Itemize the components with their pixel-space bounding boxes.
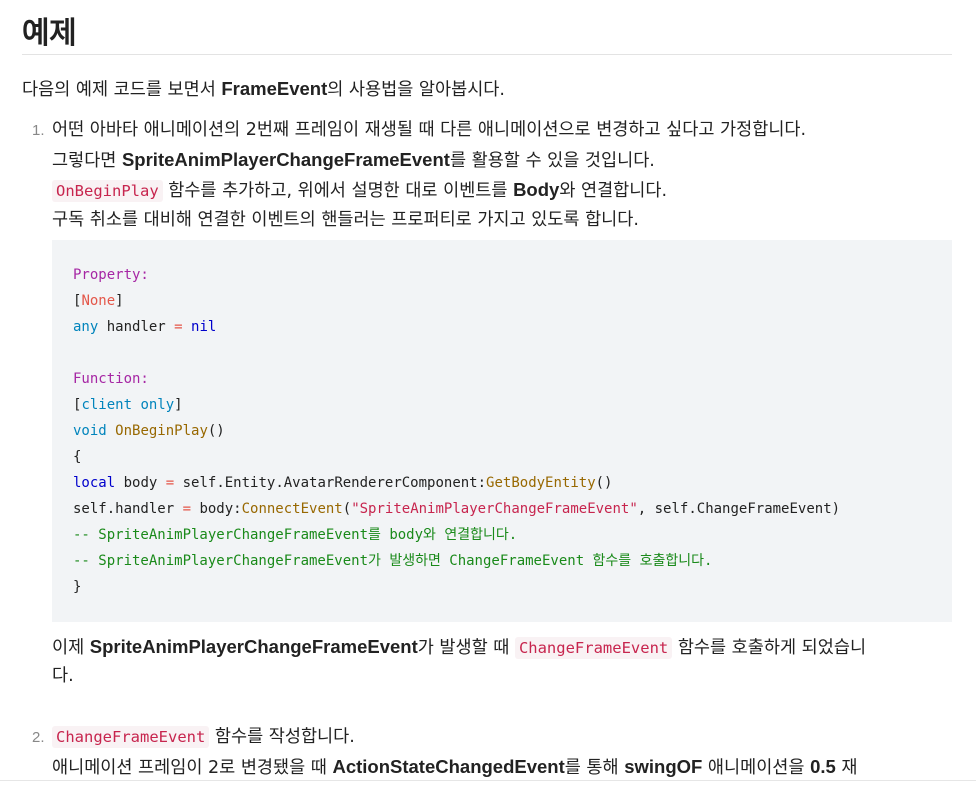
bold-number: 0.5: [810, 756, 836, 777]
code-token: local: [73, 475, 116, 491]
code-comment: -- SpriteAnimPlayerChangeFrameEvent를 bod…: [73, 527, 518, 543]
bold-event-name: SpriteAnimPlayerChangeFrameEvent: [121, 149, 450, 170]
code-token: =: [174, 319, 183, 335]
text: 를 활용할 수 있을 것입니다.: [449, 151, 655, 171]
text: 함수를 작성합니다.: [209, 727, 355, 747]
code-token: ConnectEvent: [241, 501, 343, 517]
intro-text: 다음의 예제 코드를 보면서: [22, 80, 222, 100]
code-line-13: }: [73, 574, 840, 600]
code-line-11: -- SpriteAnimPlayerChangeFrameEvent를 bod…: [73, 522, 840, 548]
bold-event-name: SpriteAnimPlayerChangeFrameEvent: [89, 636, 418, 657]
text: 함수를 추가하고, 위에서 설명한 대로 이벤트를: [162, 181, 514, 201]
code-line-2: [None]: [73, 288, 840, 314]
code-comment: -- SpriteAnimPlayerChangeFrameEvent가 발생하…: [73, 553, 713, 569]
code-token: handler: [98, 319, 175, 335]
bold-event-name: ActionStateChangedEvent: [332, 756, 565, 777]
inline-code: OnBeginPlay: [52, 180, 163, 202]
code-token: "SpriteAnimPlayerChangeFrameEvent": [351, 501, 638, 517]
text: 와 연결합니다.: [559, 181, 668, 201]
code-line-6: [client only]: [73, 392, 840, 418]
intro-paragraph: 다음의 예제 코드를 보면서 FrameEvent의 사용법을 알아봅시다.: [22, 76, 505, 103]
intro-bold: FrameEvent: [221, 78, 328, 99]
code-token: (): [207, 423, 225, 439]
item1-line4: 구독 취소를 대비해 연결한 이벤트의 핸들러는 프로퍼티로 가지고 있도록 합…: [52, 210, 639, 230]
item1-line3: OnBeginPlay 함수를 추가하고, 위에서 설명한 대로 이벤트를 Bo…: [52, 175, 667, 206]
heading-divider: [22, 54, 952, 55]
inline-code: ChangeFrameEvent: [514, 637, 673, 659]
bottom-border: [0, 780, 976, 781]
code-line-10: self.handler = body:ConnectEvent("Sprite…: [73, 496, 840, 522]
code-content: Property: [None] any handler = nil Funct…: [73, 262, 840, 600]
inline-code: ChangeFrameEvent: [52, 726, 210, 748]
code-token: Property:: [73, 267, 149, 283]
text: 그렇다면: [52, 151, 122, 171]
code-line-1: Property:: [73, 262, 840, 288]
page-heading: 예제: [22, 16, 77, 51]
code-token: }: [73, 579, 82, 595]
code-token: void: [73, 423, 107, 439]
text: 재: [835, 758, 858, 778]
code-token: ]: [174, 397, 183, 413]
text: 애니메이션 프레임이 2로 변경됐을 때: [52, 758, 333, 778]
list-number-2: 2.: [32, 729, 45, 746]
text: 이제: [52, 638, 90, 658]
item2-line2: 애니메이션 프레임이 2로 변경됐을 때 ActionStateChangedE…: [52, 752, 857, 783]
code-token: client only: [81, 397, 175, 413]
code-token: body:: [191, 501, 242, 517]
item1-after-line2: 다.: [52, 666, 74, 686]
code-line-5: Function:: [73, 366, 840, 392]
code-block: Property: [None] any handler = nil Funct…: [52, 240, 952, 622]
text: 를 통해: [564, 758, 625, 778]
code-token: Function:: [73, 371, 149, 387]
code-token: None: [81, 293, 116, 309]
bold-animation-name: swingOF: [624, 756, 703, 777]
code-token: (: [342, 501, 352, 517]
code-line-9: local body = self.Entity.AvatarRendererC…: [73, 470, 840, 496]
text: 애니메이션을: [702, 758, 811, 778]
text: 가 발생할 때: [417, 638, 515, 658]
code-token: self.handler: [73, 501, 183, 517]
code-token: nil: [191, 319, 217, 335]
code-token: , self.ChangeFrameEvent): [637, 501, 841, 517]
list-number-1: 1.: [32, 122, 45, 139]
code-token: ]: [115, 293, 124, 309]
code-token: any: [73, 319, 99, 335]
item2-line1: ChangeFrameEvent 함수를 작성합니다.: [52, 722, 355, 752]
item1-after-line1: 이제 SpriteAnimPlayerChangeFrameEvent가 발생할…: [52, 632, 866, 663]
code-line-12: -- SpriteAnimPlayerChangeFrameEvent가 발생하…: [73, 548, 840, 574]
code-token: GetBodyEntity: [486, 475, 596, 491]
code-line-3: any handler = nil: [73, 314, 840, 340]
code-token: body: [115, 475, 166, 491]
code-token: {: [73, 449, 82, 465]
code-token: self.Entity.AvatarRendererComponent:: [174, 475, 487, 491]
bold-body: Body: [513, 179, 560, 200]
text: 함수를 호출하게 되었습니: [672, 638, 867, 658]
intro-text-end: 의 사용법을 알아봅시다.: [327, 80, 505, 100]
code-line-7: void OnBeginPlay(): [73, 418, 840, 444]
code-token: OnBeginPlay: [115, 423, 208, 439]
code-token: =: [165, 475, 175, 491]
code-token: =: [182, 501, 192, 517]
code-token: (): [595, 475, 613, 491]
item1-line2: 그렇다면 SpriteAnimPlayerChangeFrameEvent를 활…: [52, 145, 655, 176]
item1-line1: 어떤 아바타 애니메이션의 2번째 프레임이 재생될 때 다른 애니메이션으로 …: [52, 120, 807, 140]
code-line-8: {: [73, 444, 840, 470]
